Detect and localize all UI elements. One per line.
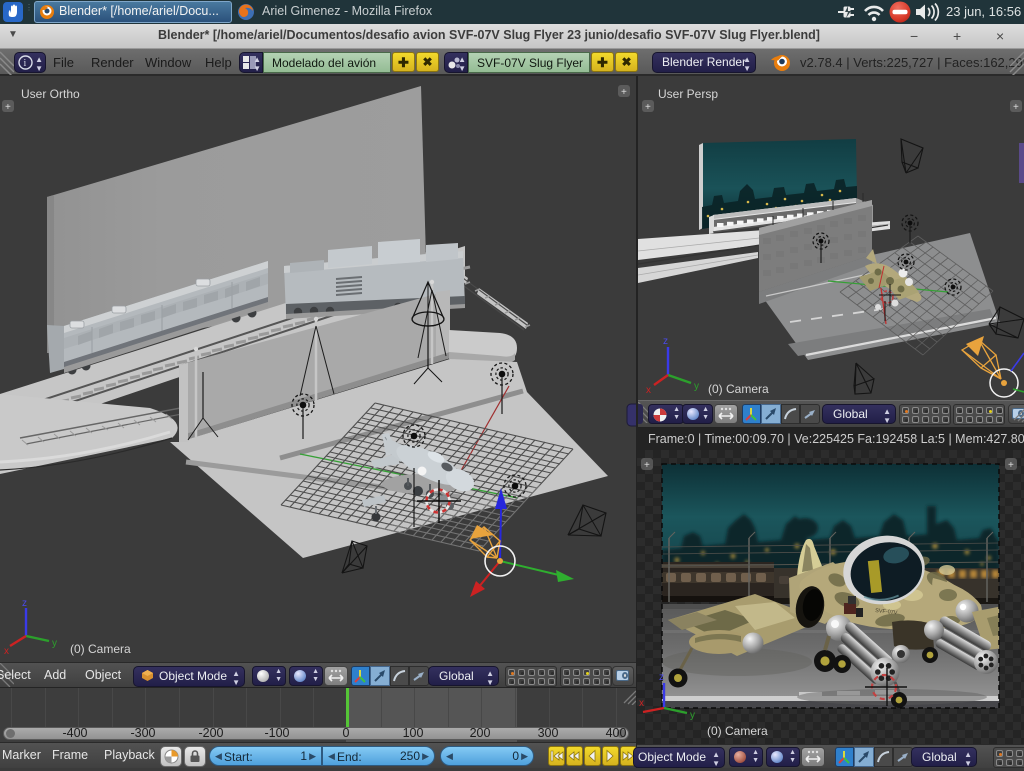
svg-text:x: x <box>639 698 644 709</box>
svg-text:y: y <box>690 710 695 721</box>
svg-text:(0) Camera: (0) Camera <box>707 724 768 738</box>
svg-text:(0) Camera: (0) Camera <box>708 382 769 396</box>
svg-text:i: i <box>24 58 27 69</box>
svg-text:+: + <box>644 460 650 471</box>
svg-text:+: + <box>5 102 11 113</box>
svg-text:x: x <box>646 385 651 396</box>
svg-text:+: + <box>621 87 627 98</box>
svg-text:x: x <box>4 646 9 657</box>
svg-text:+: + <box>1008 460 1014 471</box>
svg-text:+: + <box>1013 102 1019 113</box>
svg-text:y: y <box>694 381 699 392</box>
svg-text:z: z <box>22 598 27 609</box>
svg-text:(0) Camera: (0) Camera <box>70 642 131 656</box>
svg-text:User Persp: User Persp <box>658 87 718 101</box>
svg-text:User Ortho: User Ortho <box>21 87 80 101</box>
svg-text:z: z <box>663 336 668 347</box>
svg-text:z: z <box>659 672 664 683</box>
svg-text:y: y <box>52 638 57 649</box>
svg-text:+: + <box>645 102 651 113</box>
